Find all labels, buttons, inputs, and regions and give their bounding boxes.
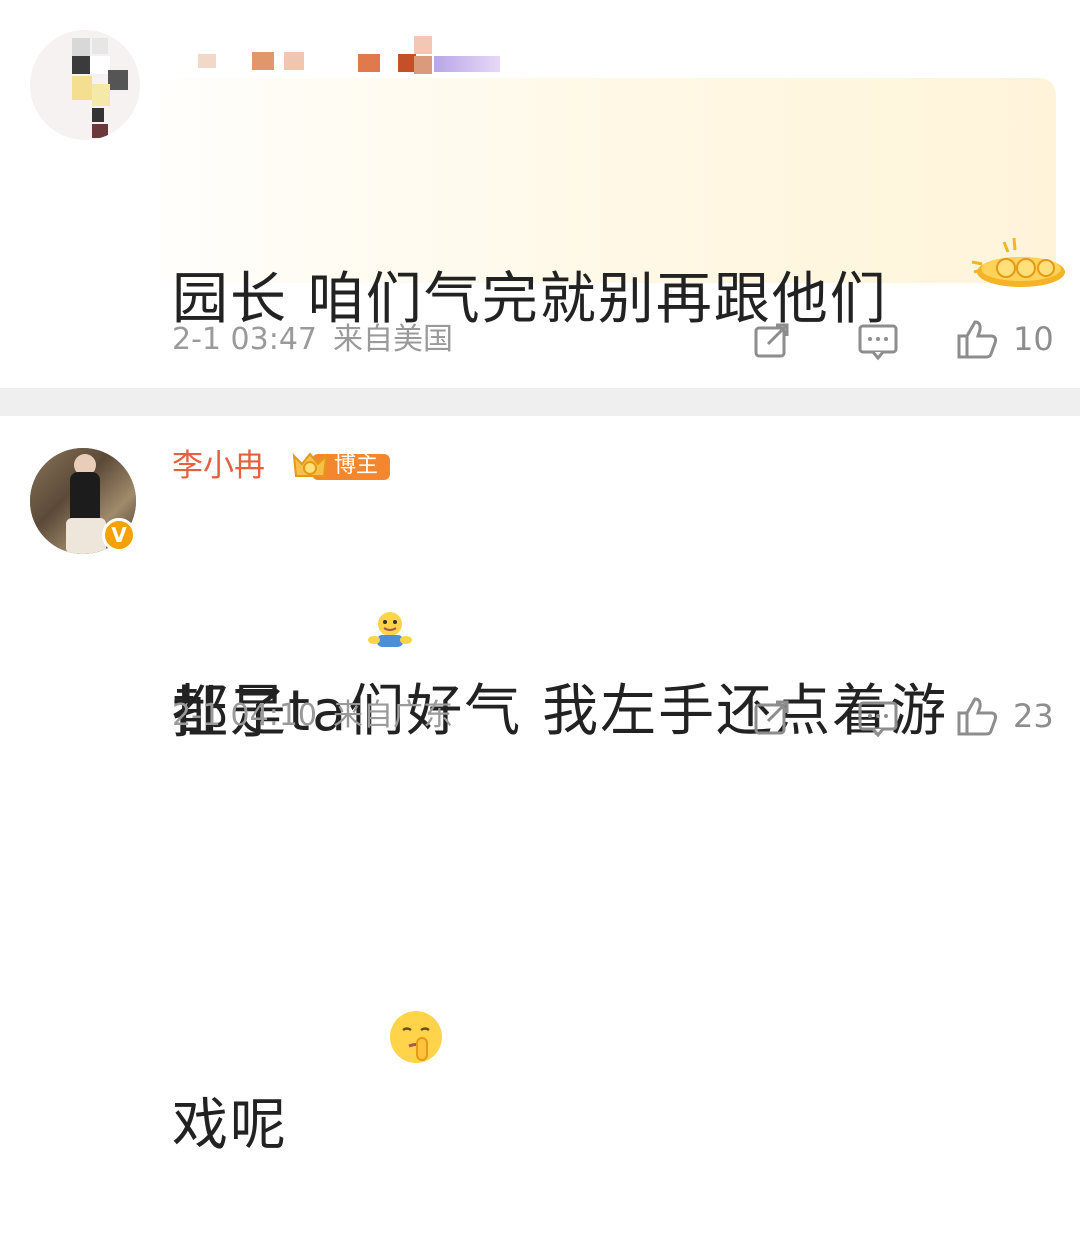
coins-sticker (966, 236, 1070, 294)
comment-location: 来自美国 (333, 322, 453, 357)
like-count: 23 (1013, 697, 1054, 735)
comment-divider (0, 388, 1080, 416)
blurred-name-block (198, 54, 216, 68)
avatar[interactable] (30, 30, 140, 140)
blogger-badge[interactable]: 博主 (290, 448, 392, 484)
blurred-name-block (414, 36, 432, 54)
comment-text: 都是ta们好气 我左手还点着游 戏呢 (172, 502, 1052, 1258)
blurred-name-block (414, 56, 432, 74)
blurred-name-block (252, 52, 274, 70)
verified-badge: V (102, 518, 136, 552)
reply-button[interactable] (857, 699, 899, 739)
comment-meta: 2-1 04:10 来自广东 (172, 696, 453, 736)
comment-time: 2-1 04:10 (172, 698, 317, 733)
blurred-name-block (434, 56, 500, 72)
thumbs-up-icon (957, 320, 998, 359)
comment-location: 来自广东 (333, 698, 453, 733)
blurred-name-block (284, 52, 304, 70)
reply-button[interactable] (857, 322, 899, 362)
share-icon (754, 323, 789, 358)
thumbs-up-icon (957, 697, 998, 736)
like-button[interactable]: 10 (955, 318, 1054, 360)
shush-emoji (308, 922, 445, 1174)
share-icon (754, 700, 789, 735)
share-button[interactable] (752, 320, 792, 360)
comment-time: 2-1 03:47 (172, 322, 317, 357)
comment-icon (858, 324, 898, 361)
share-button[interactable] (752, 697, 792, 737)
blogger-badge-label: 博主 (334, 453, 379, 478)
like-count: 10 (1013, 320, 1054, 358)
blurred-name-block (358, 54, 380, 72)
comment-icon (858, 701, 898, 738)
username[interactable]: 李小冉 (172, 446, 265, 486)
like-button[interactable]: 23 (955, 695, 1054, 737)
